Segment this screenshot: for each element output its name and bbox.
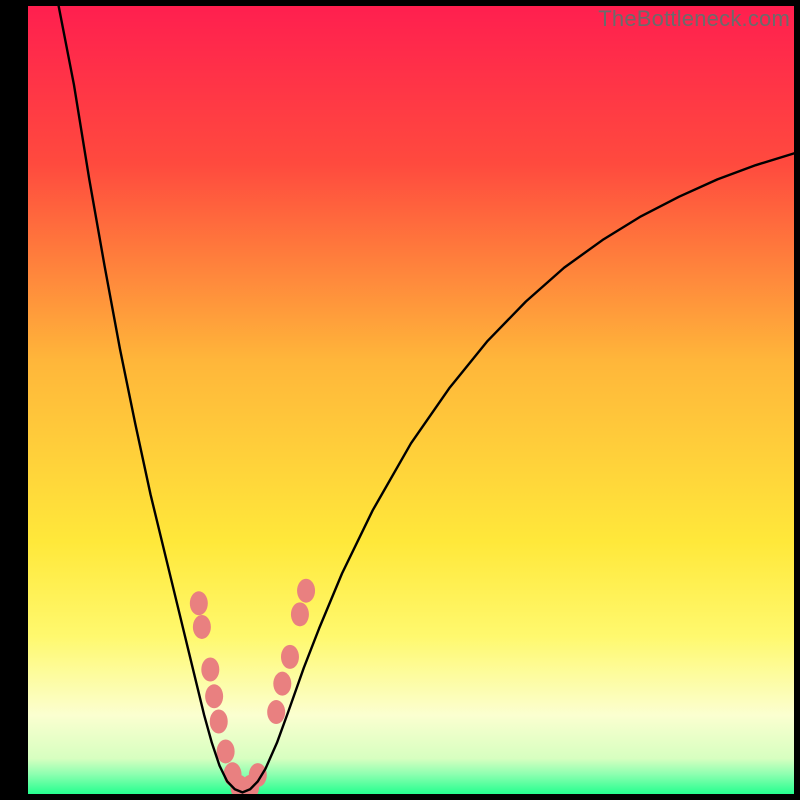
curve-marker <box>210 710 228 734</box>
curve-marker <box>281 645 299 669</box>
curve-marker <box>190 591 208 615</box>
chart-svg <box>28 6 794 794</box>
chart-background-gradient <box>28 6 794 794</box>
curve-marker <box>201 658 219 682</box>
curve-marker <box>273 672 291 696</box>
curve-marker <box>193 615 211 639</box>
curve-marker <box>205 684 223 708</box>
curve-marker <box>297 579 315 603</box>
curve-marker <box>217 739 235 763</box>
watermark-text: TheBottleneck.com <box>598 6 790 32</box>
curve-marker <box>249 763 267 787</box>
curve-marker <box>291 602 309 626</box>
curve-marker <box>267 700 285 724</box>
chart-frame <box>28 6 794 794</box>
